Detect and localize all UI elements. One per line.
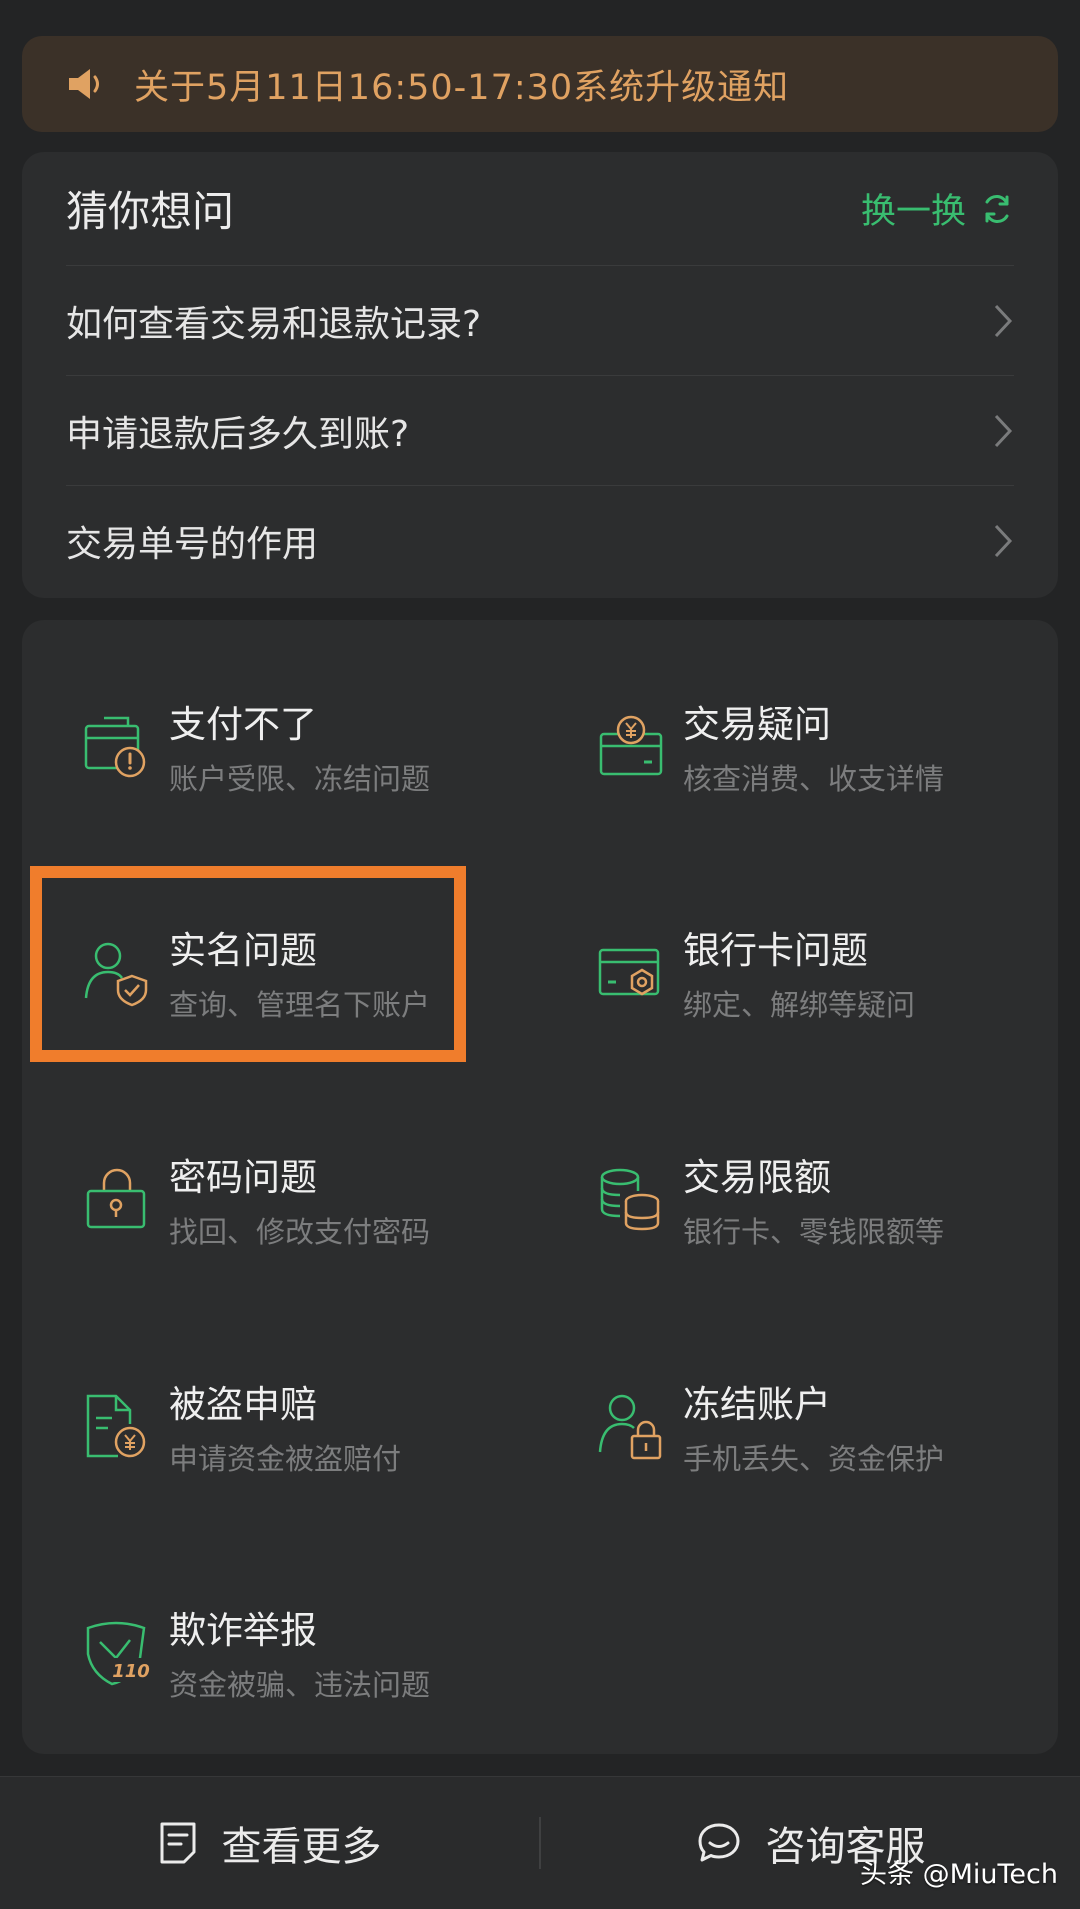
speaker-icon xyxy=(66,63,128,105)
system-notice-banner[interactable]: 关于5月11日16:50-17:30系统升级通知 xyxy=(22,36,1058,132)
question-item[interactable]: 如何查看交易和退款记录? xyxy=(66,266,1014,376)
category-title: 被盗申赔 xyxy=(169,1383,317,1426)
category-desc: 银行卡、零钱限额等 xyxy=(683,1215,945,1249)
watermark: 头条 @MiuTech xyxy=(860,1859,1058,1890)
category-desc: 核查消费、收支详情 xyxy=(683,762,945,796)
category-freeze-account[interactable]: 冻结账户 手机丢失、资金保护 xyxy=(558,1344,1058,1504)
category-real-name[interactable]: 实名问题 查询、管理名下账户 xyxy=(44,890,544,1050)
guess-section: 猜你想问 换一换 如何查看交易和退款记录? 申请退款后多久到账? 交易单号的作用 xyxy=(22,152,1058,598)
refresh-button[interactable]: 换一换 xyxy=(861,183,1014,234)
refresh-label: 换一换 xyxy=(860,192,966,232)
category-transaction-doubt[interactable]: 交易疑问 核查消费、收支详情 xyxy=(558,664,1058,824)
category-transaction-limit[interactable]: 交易限额 银行卡、零钱限额等 xyxy=(558,1117,1058,1277)
category-title: 交易限额 xyxy=(683,1156,831,1199)
category-payment-failed[interactable]: 支付不了 账户受限、冻结问题 xyxy=(44,664,544,824)
question-text: 申请退款后多久到账? xyxy=(66,413,410,455)
category-title: 实名问题 xyxy=(169,929,317,972)
document-yuan-icon xyxy=(86,1394,146,1458)
chevron-right-icon xyxy=(994,304,1013,337)
category-desc: 手机丢失、资金保护 xyxy=(683,1442,945,1476)
coins-stack-icon xyxy=(600,1168,660,1231)
notice-text: 关于5月11日16:50-17:30系统升级通知 xyxy=(134,67,790,108)
question-text: 交易单号的作用 xyxy=(66,524,319,565)
category-password[interactable]: 密码问题 找回、修改支付密码 xyxy=(44,1117,544,1277)
help-category-grid: 支付不了 账户受限、冻结问题 交易疑问 核查消费、收支详情 实名问题 查询、管理… xyxy=(22,620,1058,1754)
lock-icon xyxy=(86,1168,146,1229)
user-shield-icon xyxy=(84,942,148,1007)
category-desc: 账户受限、冻结问题 xyxy=(169,762,431,796)
bottom-action-bar: 查看更多 咨询客服 头条 @MiuTech xyxy=(0,1776,1080,1909)
wallet-alert-icon xyxy=(84,716,146,778)
view-more-label: 查看更多 xyxy=(221,1824,382,1870)
guess-header: 猜你想问 换一换 xyxy=(66,152,1014,266)
chevron-right-icon xyxy=(994,524,1013,558)
category-desc: 绑定、解绑等疑问 xyxy=(683,988,916,1022)
category-title: 银行卡问题 xyxy=(683,929,868,972)
police-110-icon: 110 xyxy=(86,1621,150,1686)
view-more-button[interactable]: 查看更多 xyxy=(0,1814,539,1872)
category-desc: 找回、修改支付密码 xyxy=(169,1215,431,1249)
category-title: 欺诈举报 xyxy=(169,1609,317,1652)
refresh-icon xyxy=(985,194,1009,223)
chat-bubble-icon xyxy=(698,1823,739,1862)
question-item[interactable]: 交易单号的作用 xyxy=(66,486,1014,596)
category-desc: 申请资金被盗赔付 xyxy=(169,1442,402,1476)
category-theft-claim[interactable]: 被盗申赔 申请资金被盗赔付 xyxy=(44,1344,544,1504)
document-icon xyxy=(160,1822,195,1864)
category-desc: 查询、管理名下账户 xyxy=(169,988,431,1022)
category-title: 交易疑问 xyxy=(683,703,831,746)
category-title: 支付不了 xyxy=(169,703,317,746)
bank-card-icon xyxy=(598,948,660,996)
question-text: 如何查看交易和退款记录? xyxy=(66,303,482,345)
question-item[interactable]: 申请退款后多久到账? xyxy=(66,376,1014,486)
category-bank-card[interactable]: 银行卡问题 绑定、解绑等疑问 xyxy=(558,890,1058,1050)
chevron-right-icon xyxy=(994,414,1013,447)
category-title: 密码问题 xyxy=(169,1156,317,1199)
user-lock-icon xyxy=(598,1394,662,1460)
category-title: 冻结账户 xyxy=(683,1383,831,1426)
category-desc: 资金被骗、违法问题 xyxy=(169,1668,431,1702)
yuan-coin-icon xyxy=(599,715,663,776)
category-fraud-report[interactable]: 110 欺诈举报 资金被骗、违法问题 xyxy=(44,1570,544,1730)
badge-110-text: 110 xyxy=(112,1661,150,1682)
guess-title: 猜你想问 xyxy=(66,187,235,236)
